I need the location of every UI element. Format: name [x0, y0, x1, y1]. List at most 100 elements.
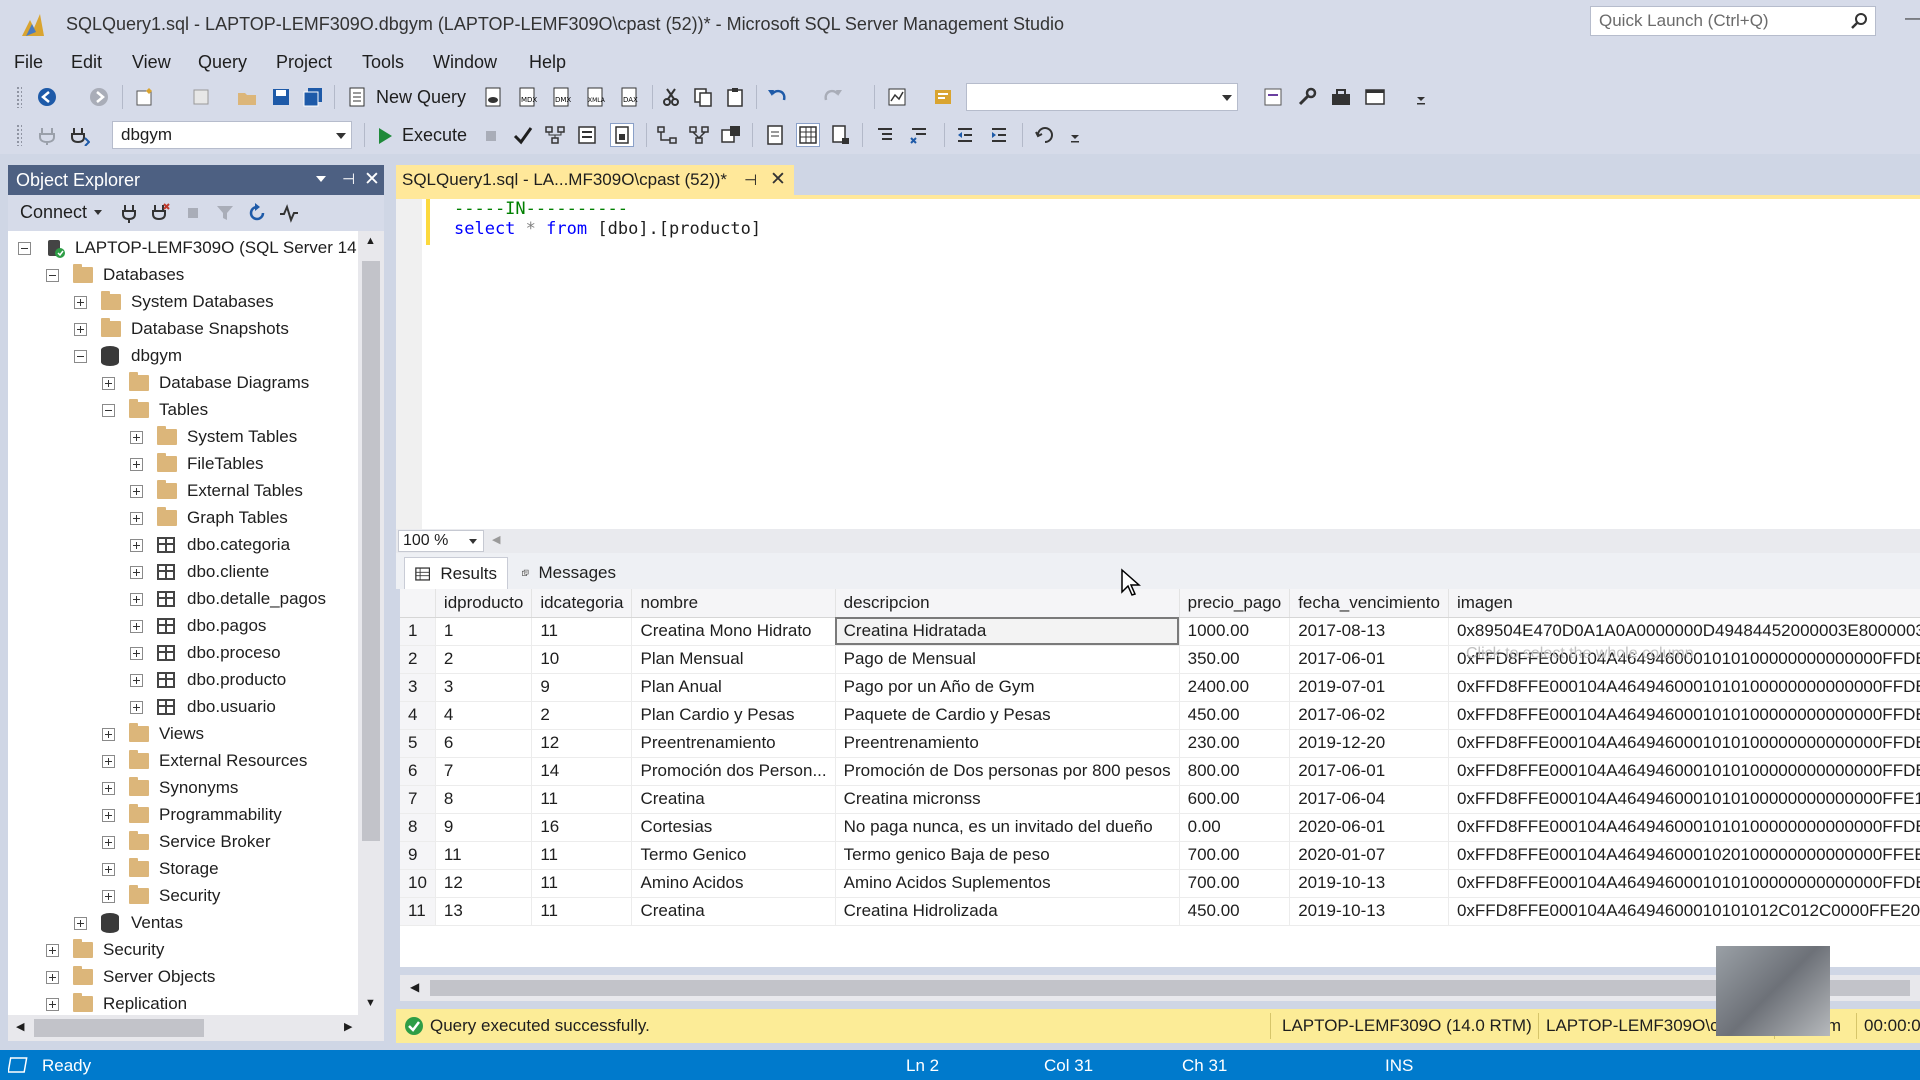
expand-icon[interactable] [46, 997, 59, 1011]
tree-node[interactable]: FileTables [130, 451, 264, 477]
table-cell[interactable]: 2017-06-01 [1289, 645, 1449, 674]
document-tab-sqlquery1[interactable]: SQLQuery1.sql - LA...MF309O\cpast (52))*… [396, 165, 794, 195]
expand-icon[interactable] [102, 781, 115, 795]
object-explorer-horizontal-scrollbar[interactable]: ◀ ▶ [8, 1015, 384, 1041]
expand-icon[interactable] [46, 970, 59, 984]
expand-icon[interactable] [130, 592, 143, 606]
table-cell[interactable]: 0xFFD8FFE000104A464946000101010000000000… [1448, 729, 1920, 758]
uncomment-lines-icon[interactable] [908, 124, 930, 146]
table-cell[interactable]: 2017-06-01 [1289, 757, 1449, 786]
table-cell[interactable]: No paga nunca, es un invitado del dueño [835, 813, 1180, 842]
specify-template-parameters-icon[interactable] [1034, 124, 1056, 146]
expand-icon[interactable] [130, 673, 143, 687]
table-cell[interactable]: 11 [531, 617, 633, 646]
table-cell[interactable]: Termo Genico [631, 841, 836, 870]
tree-node[interactable]: Programmability [102, 802, 282, 828]
zoom-combo[interactable]: 100 % [398, 530, 484, 552]
column-header[interactable]: nombre [631, 589, 836, 618]
table-cell[interactable]: 0xFFD8FFE000104A46494600010101012C012C00… [1448, 897, 1920, 926]
tree-node[interactable]: Ventas [74, 910, 183, 936]
execute-button[interactable]: Execute [402, 125, 467, 146]
results-to-text-icon[interactable] [764, 124, 786, 146]
table-row[interactable]: 10 12 11 Amino Acidos Amino Acidos Suplement… [400, 869, 1920, 898]
table-cell[interactable]: 2019-07-01 [1289, 673, 1449, 702]
tree-node[interactable]: Tables [102, 397, 208, 423]
analysis-xmla-query-icon[interactable]: XMLA [584, 86, 606, 108]
expand-icon[interactable] [74, 295, 87, 309]
table-cell[interactable]: Cortesias [631, 813, 836, 842]
tree-node[interactable]: dbo.usuario [130, 694, 276, 720]
table-row[interactable]: 3 3 9 Plan Anual Pago por un Año de Gym 2400.… [400, 673, 1920, 702]
expand-icon[interactable] [130, 430, 143, 444]
expand-icon[interactable] [102, 835, 115, 849]
paste-icon[interactable] [724, 86, 746, 108]
table-cell[interactable]: 450.00 [1179, 897, 1291, 926]
scroll-left-icon[interactable]: ◀ [492, 533, 500, 546]
table-cell[interactable]: 2019-10-13 [1289, 869, 1449, 898]
tree-node[interactable]: dbo.cliente [130, 559, 269, 585]
table-cell[interactable]: 12 [435, 869, 533, 898]
table-cell[interactable]: 600.00 [1179, 785, 1291, 814]
expand-icon[interactable] [102, 376, 115, 390]
table-cell[interactable]: 0xFFD8FFE000104A464946000101010000000000… [1448, 813, 1920, 842]
tree-node[interactable]: External Tables [130, 478, 303, 504]
tree-node[interactable]: System Tables [130, 424, 297, 450]
database-engine-query-icon[interactable] [482, 86, 504, 108]
scroll-right-icon[interactable]: ▶ [344, 1020, 352, 1033]
expand-icon[interactable] [130, 538, 143, 552]
table-cell[interactable]: 2 [531, 701, 633, 730]
table-cell[interactable]: 8 [435, 785, 533, 814]
menu-query[interactable]: Query [198, 52, 247, 73]
collapse-icon[interactable] [74, 349, 87, 363]
tree-node[interactable]: Views [102, 721, 204, 747]
tree-node[interactable]: External Resources [102, 748, 307, 774]
output-window-icon[interactable] [8, 1056, 30, 1074]
table-cell[interactable]: 12 [531, 729, 633, 758]
back-icon[interactable] [36, 86, 58, 108]
table-cell[interactable]: 11 [531, 785, 633, 814]
intellisense-enabled-icon[interactable] [610, 123, 634, 147]
decrease-indent-icon[interactable] [954, 124, 976, 146]
table-cell[interactable]: 1 [435, 617, 533, 646]
connect-icon[interactable] [36, 124, 58, 146]
tree-node[interactable]: Service Broker [102, 829, 270, 855]
object-explorer-vertical-scrollbar[interactable]: ▲ ▼ [358, 231, 384, 1015]
expand-icon[interactable] [130, 646, 143, 660]
menu-file[interactable]: File [14, 52, 43, 73]
table-cell[interactable]: Creatina micronss [835, 785, 1180, 814]
table-cell[interactable]: 230.00 [1179, 729, 1291, 758]
toolbar-grip[interactable] [16, 124, 22, 146]
analysis-dax-query-icon[interactable]: DAX [618, 86, 640, 108]
tree-node[interactable]: Databases [46, 262, 184, 288]
table-cell[interactable]: Amino Acidos Suplementos [835, 869, 1180, 898]
table-cell[interactable]: 14 [531, 757, 633, 786]
expand-icon[interactable] [130, 565, 143, 579]
table-cell[interactable]: 9 [531, 673, 633, 702]
tree-node[interactable]: Security [46, 937, 164, 963]
undo-icon[interactable] [766, 86, 788, 108]
expand-icon[interactable] [102, 862, 115, 876]
table-cell[interactable]: 2019-12-20 [1289, 729, 1449, 758]
tree-node[interactable]: dbo.pagos [130, 613, 266, 639]
activity-monitor-icon[interactable] [886, 86, 908, 108]
table-cell[interactable]: 350.00 [1179, 645, 1291, 674]
tree-node[interactable]: Synonyms [102, 775, 238, 801]
new-query-button[interactable]: New Query [376, 87, 466, 108]
wrench-icon[interactable] [1296, 86, 1318, 108]
row-number-cell[interactable]: 8 [400, 813, 436, 842]
table-cell[interactable]: Promoción de Dos personas por 800 pesos [835, 757, 1180, 786]
table-cell[interactable]: 11 [435, 841, 533, 870]
table-cell[interactable]: Plan Cardio y Pesas [631, 701, 836, 730]
table-row[interactable]: 4 4 2 Plan Cardio y Pesas Paquete de Cardio … [400, 701, 1920, 730]
comment-lines-icon[interactable] [874, 124, 896, 146]
table-cell[interactable]: 800.00 [1179, 757, 1291, 786]
column-header[interactable]: imagen [1448, 589, 1920, 618]
table-row[interactable]: 11 13 11 Creatina Creatina Hidrolizada 450.00… [400, 897, 1920, 926]
execute-play-icon[interactable] [374, 125, 396, 147]
table-row[interactable]: 9 11 11 Termo Genico Termo genico Baja de pe… [400, 841, 1920, 870]
close-icon[interactable]: ✕ [364, 168, 380, 191]
expand-icon[interactable] [74, 322, 87, 336]
table-cell[interactable]: 2017-08-13 [1289, 617, 1449, 646]
table-cell[interactable]: Creatina [631, 897, 836, 926]
menu-project[interactable]: Project [276, 52, 332, 73]
